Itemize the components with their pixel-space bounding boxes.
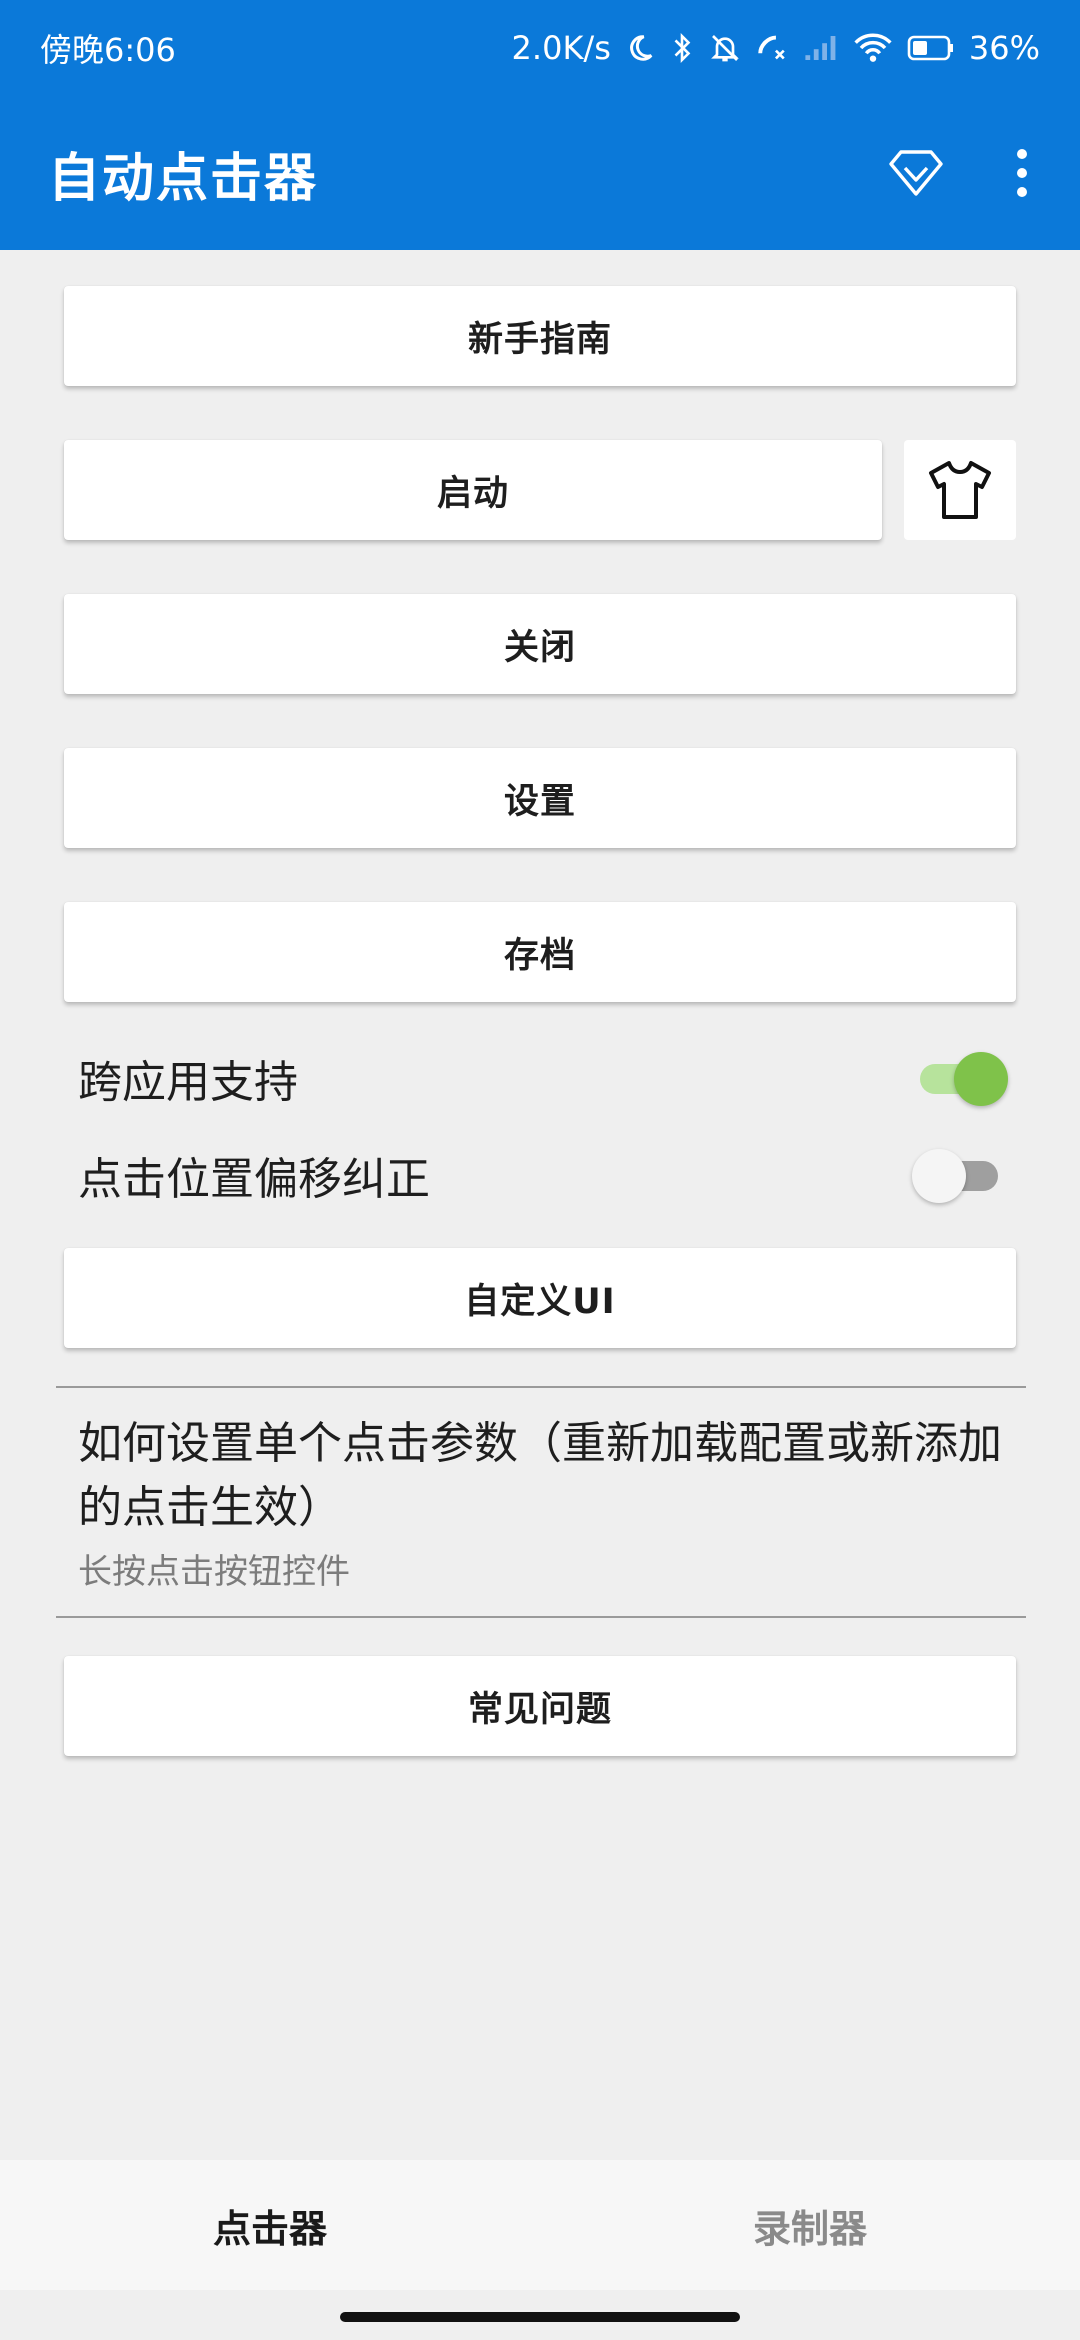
- custom-ui-button[interactable]: 自定义UI: [64, 1248, 1016, 1348]
- bluetooth-icon: [674, 32, 691, 64]
- gesture-bar[interactable]: [340, 2312, 740, 2322]
- toggle-row-offset-correction[interactable]: 点击位置偏移纠正: [78, 1130, 1008, 1220]
- offset-correction-switch[interactable]: [912, 1145, 1008, 1205]
- close-button[interactable]: 关闭: [64, 594, 1016, 694]
- tab-recorder[interactable]: 录制器: [540, 2160, 1080, 2290]
- wifi-icon: [854, 33, 892, 62]
- more-vert-icon[interactable]: [992, 143, 1052, 203]
- toggle-label: 点击位置偏移纠正: [78, 1154, 430, 1205]
- battery-percent: 36%: [968, 29, 1040, 67]
- status-bar: 傍晚6:06 2.0K/s 36%: [0, 0, 1080, 96]
- app-title: 自动点击器: [48, 148, 319, 209]
- tshirt-icon: [929, 461, 991, 519]
- click-params-help[interactable]: 如何设置单个点击参数（重新加载配置或新添加的点击生效） 长按点击按钮控件: [78, 1412, 1028, 1593]
- mute-bell-icon: [710, 35, 739, 62]
- divider: [56, 1386, 1026, 1388]
- call-missed-icon: [758, 35, 785, 60]
- main-content: 新手指南 启动 关闭 设置 存档 跨应用支持 点击位置偏移纠正 自定义UI 如何…: [0, 250, 1080, 2160]
- app-bar: 自动点击器: [0, 96, 1080, 250]
- toggle-row-cross-app[interactable]: 跨应用支持: [78, 1033, 1008, 1123]
- archive-button[interactable]: 存档: [64, 902, 1016, 1002]
- settings-button[interactable]: 设置: [64, 748, 1016, 848]
- toggle-label: 跨应用支持: [78, 1057, 298, 1108]
- network-speed: 2.0K/s: [511, 29, 611, 67]
- premium-diamond-icon[interactable]: [886, 143, 946, 203]
- divider: [56, 1616, 1026, 1618]
- signal-icon: [805, 36, 836, 60]
- bottom-navigation: 点击器 录制器: [0, 2160, 1080, 2290]
- start-button[interactable]: 启动: [64, 440, 882, 540]
- help-subtitle: 长按点击按钮控件: [78, 1552, 350, 1592]
- faq-button[interactable]: 常见问题: [64, 1656, 1016, 1756]
- cross-app-switch[interactable]: [912, 1048, 1008, 1108]
- theme-button[interactable]: [904, 440, 1016, 540]
- tab-clicker[interactable]: 点击器: [0, 2160, 540, 2290]
- moon-icon: [630, 35, 653, 61]
- status-icons: 2.0K/s 36%: [512, 29, 1040, 67]
- battery-icon: [907, 35, 953, 61]
- status-time: 傍晚6:06: [40, 31, 176, 69]
- help-title: 如何设置单个点击参数（重新加载配置或新添加的点击生效）: [78, 1418, 1002, 1533]
- guide-button[interactable]: 新手指南: [64, 286, 1016, 386]
